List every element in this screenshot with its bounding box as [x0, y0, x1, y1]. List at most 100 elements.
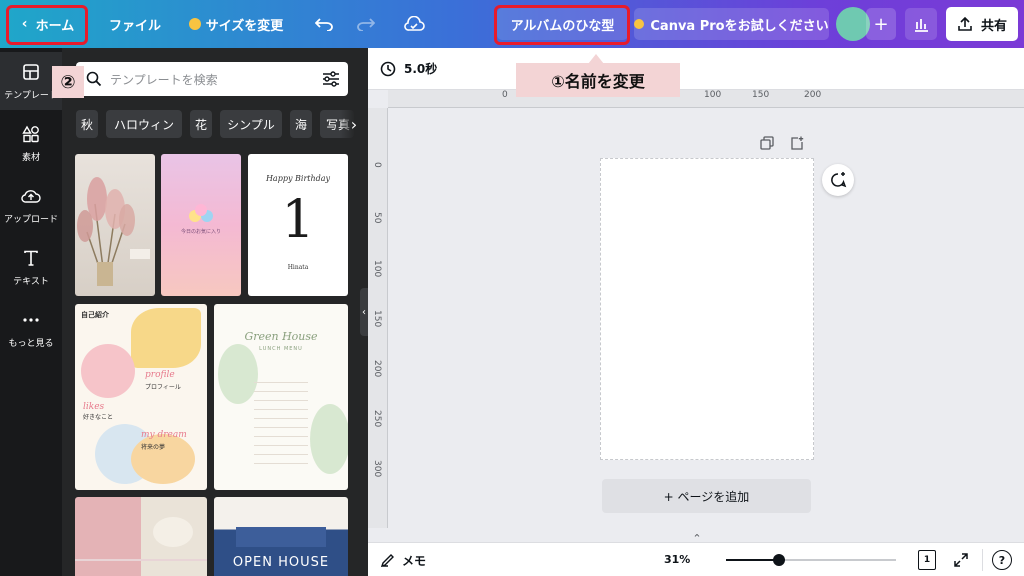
text-icon	[21, 248, 41, 268]
left-sidebar: テンプレート 素材 アップロード テキスト もっと見る	[0, 48, 62, 576]
annotation-highlight-home	[6, 5, 88, 45]
chevron-right-icon: ›	[350, 114, 358, 134]
upload-share-icon	[958, 16, 972, 31]
filter-chip[interactable]: 花	[190, 110, 212, 138]
add-page-icon	[791, 136, 804, 150]
more-icon	[21, 310, 41, 330]
zoom-slider-track[interactable]	[726, 554, 896, 566]
crown-icon	[634, 19, 645, 29]
cloud-check-icon	[404, 16, 425, 31]
thumbnail-text: profile	[145, 370, 175, 380]
dried-flowers-photo	[77, 177, 150, 286]
templates-panel: テンプレートを検索 秋 ハロウィン 花 シンプル 海 写真 › 今日のお気に入り…	[62, 48, 368, 576]
template-thumbnail-birthday[interactable]: Happy Birthday 1 Hinata	[248, 154, 348, 296]
thumbnail-title: 自己紹介	[81, 311, 109, 319]
sidebar-item-more[interactable]: もっと見る	[0, 300, 62, 358]
add-page-above-button[interactable]	[788, 134, 806, 152]
design-page[interactable]	[600, 158, 814, 460]
sidebar-item-elements[interactable]: 素材	[0, 114, 62, 172]
zoom-percentage[interactable]: 31%	[664, 553, 690, 566]
ruler-tick-label: 300	[372, 460, 382, 478]
redo-icon	[357, 18, 375, 31]
pencil-notes-icon	[380, 554, 394, 568]
sidebar-item-uploads[interactable]: アップロード	[0, 176, 62, 234]
annotation-highlight-title	[494, 5, 630, 45]
template-thumbnail-profile[interactable]: 自己紹介 profile プロフィール likes 好きなこと my dream…	[75, 304, 207, 490]
invite-button[interactable]: +	[866, 8, 896, 40]
template-icon	[21, 62, 41, 82]
bar-chart-icon	[915, 19, 928, 32]
thumbnail-text: プロフィール	[145, 384, 181, 391]
template-thumbnail-dried-flowers[interactable]	[75, 154, 155, 296]
help-button[interactable]: ?	[992, 550, 1012, 570]
crown-icon	[188, 18, 201, 30]
resize-button[interactable]: サイズを変更	[182, 8, 290, 40]
resize-button-label: サイズを変更	[205, 18, 284, 34]
ruler-tick-label: 250	[372, 410, 382, 428]
undo-icon	[315, 18, 333, 31]
divider	[982, 549, 983, 571]
decorative-circle	[81, 344, 135, 398]
template-thumbnail-open-house[interactable]: OPEN HOUSE	[214, 497, 348, 576]
redo-button[interactable]	[348, 8, 384, 40]
insights-button[interactable]	[905, 8, 937, 40]
filter-chip[interactable]: シンプル	[220, 110, 282, 138]
duration-label: 5.0秒	[404, 62, 438, 76]
page-count-button[interactable]: 1	[918, 550, 936, 570]
editor-canvas-area: 5.0秒 0 50 100 150 200 0 50 100 150 200 2…	[368, 48, 1024, 576]
try-pro-label: Canva Proをお試しください	[650, 18, 829, 34]
callout-step-1: ①名前を変更	[516, 63, 680, 97]
upload-icon	[21, 186, 41, 206]
zoom-slider-thumb[interactable]	[772, 554, 785, 566]
filter-chip[interactable]: 海	[290, 110, 312, 138]
avatar[interactable]	[836, 7, 870, 41]
filter-chip[interactable]: ハロウィン	[106, 110, 182, 138]
fullscreen-button[interactable]	[952, 551, 970, 569]
ruler-tick-label: 150	[372, 310, 382, 328]
template-search-field[interactable]: テンプレートを検索	[76, 62, 348, 96]
template-search-placeholder: テンプレートを検索	[110, 72, 218, 87]
portrait-illustration	[131, 308, 201, 368]
file-menu-button[interactable]: ファイル	[98, 8, 172, 40]
bottom-bar: メモ 31% 1 ?	[368, 542, 1024, 576]
undo-button[interactable]	[306, 8, 342, 40]
sidebar-item-text[interactable]: テキスト	[0, 238, 62, 296]
thumbnail-script-text: Happy Birthday	[265, 174, 331, 183]
filter-sliders-icon[interactable]	[322, 71, 340, 87]
divider	[75, 559, 207, 561]
menu-lines	[254, 374, 308, 464]
cloud-save-button[interactable]	[396, 8, 432, 40]
add-page-button[interactable]: + ページを追加	[602, 479, 811, 513]
thumbnail-text: 好きなこと	[83, 414, 114, 421]
try-pro-button[interactable]: Canva Proをお試しください	[634, 8, 829, 40]
expand-icon	[954, 553, 968, 567]
comment-button[interactable]	[822, 164, 854, 196]
panel-collapse-handle[interactable]: ‹	[360, 288, 368, 336]
thumbnail-text: my dream	[141, 430, 187, 440]
ruler-tick-label: 0	[372, 162, 382, 168]
duration-button[interactable]: 5.0秒	[380, 60, 437, 77]
duplicate-icon	[760, 136, 774, 150]
vertical-ruler: 0 50 100 150 200 250 300	[368, 108, 388, 528]
notes-button[interactable]: メモ	[380, 551, 426, 569]
sidebar-item-label: アップロード	[3, 214, 58, 225]
share-label: 共有	[980, 18, 1007, 34]
ruler-tick-label: 200	[804, 90, 822, 100]
question-mark-icon: ?	[998, 553, 1006, 567]
thumbnail-subtitle: LUNCH MENU	[259, 346, 303, 352]
zoom-slider-fill	[726, 559, 779, 561]
comment-add-icon	[831, 172, 847, 188]
template-thumbnail-pastel[interactable]: 今日のお気に入り	[161, 154, 241, 296]
filter-chip[interactable]: 秋	[76, 110, 98, 138]
ruler-tick-label: 100	[372, 260, 382, 278]
leaf-decoration	[310, 404, 348, 474]
thumbnail-text: 将来の夢	[141, 444, 166, 451]
template-thumbnail-icecream[interactable]	[75, 497, 207, 576]
chips-scroll-right-button[interactable]: ›	[340, 110, 368, 138]
share-button[interactable]: 共有	[946, 7, 1018, 41]
thumbnail-big-number: 1	[281, 190, 315, 250]
ruler-tick-label: 50	[372, 212, 382, 224]
duplicate-page-button[interactable]	[758, 134, 776, 152]
template-thumbnail-green-house[interactable]: Green House LUNCH MENU	[214, 304, 348, 490]
sidebar-item-label: 素材	[21, 152, 40, 163]
